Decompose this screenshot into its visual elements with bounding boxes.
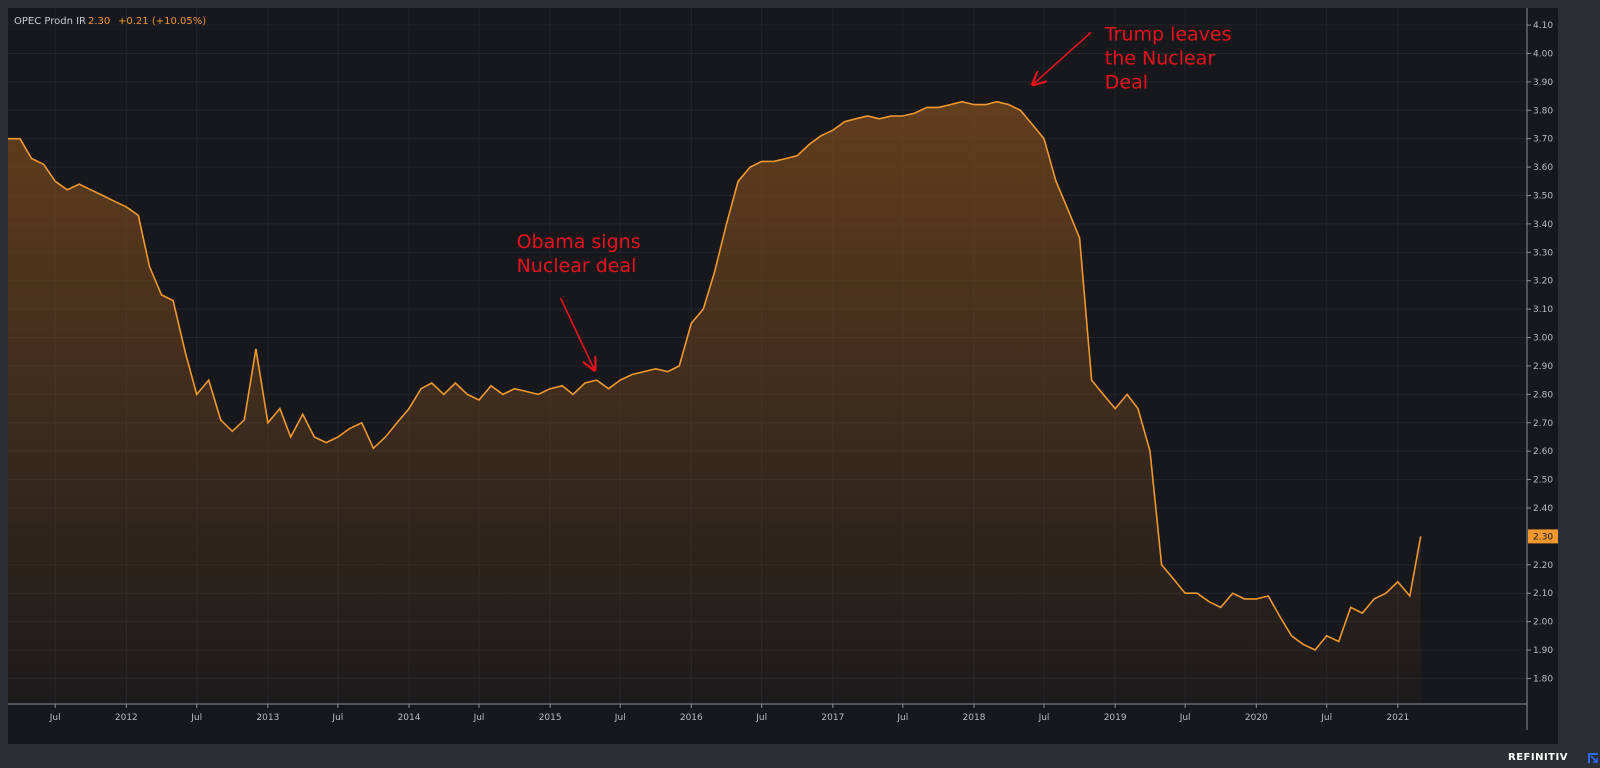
brand-logo-text: REFINITIV <box>1508 752 1568 763</box>
annotation-text: Deal <box>1105 72 1148 94</box>
x-tick-label: Jul <box>331 713 343 723</box>
y-tick-label: 2.70 <box>1533 419 1553 429</box>
y-tick-label: 2.90 <box>1533 362 1553 372</box>
x-tick-label: 2017 <box>821 713 844 723</box>
x-tick-label: 2012 <box>115 713 138 723</box>
x-tick-label: 2016 <box>680 713 703 723</box>
x-tick-label: Jul <box>49 713 61 723</box>
annotation-text: the Nuclear <box>1105 48 1216 70</box>
legend-change: +0.21 (+10.05%) <box>118 16 206 27</box>
x-tick-label: 2014 <box>398 713 421 723</box>
y-tick-label: 3.30 <box>1533 248 1553 258</box>
y-tick-label: 3.40 <box>1533 220 1553 230</box>
y-tick-label: 2.50 <box>1533 476 1553 486</box>
y-tick-label: 2.60 <box>1533 447 1553 457</box>
price-chart[interactable]: 4.10 4.00 3.90 3.80 3.70 3.60 3.50 3.40 3.30 3.20… <box>0 0 1600 768</box>
x-tick-label: 2020 <box>1245 713 1268 723</box>
x-tick-label: Jul <box>896 713 908 723</box>
x-tick-label: 2013 <box>256 713 279 723</box>
x-tick-label: 2019 <box>1104 713 1127 723</box>
legend-title: OPEC Prodn IR <box>14 16 86 27</box>
x-tick-label: 2018 <box>963 713 986 723</box>
x-tick-label: Jul <box>755 713 767 723</box>
x-tick-label: Jul <box>473 713 485 723</box>
y-tick-label: 3.80 <box>1533 106 1553 116</box>
y-tick-label: 3.60 <box>1533 163 1553 173</box>
annotation-text: Nuclear deal <box>517 255 637 277</box>
last-value-marker: 2.30 <box>1528 529 1558 544</box>
y-tick-label: 2.40 <box>1533 504 1553 514</box>
y-tick-label: 1.80 <box>1533 674 1553 684</box>
y-tick-label: 3.20 <box>1533 277 1553 287</box>
x-tick-label: Jul <box>1320 713 1332 723</box>
x-tick-label: 2021 <box>1386 713 1409 723</box>
x-tick-label: Jul <box>614 713 626 723</box>
x-tick-label: Jul <box>1179 713 1191 723</box>
annotation-text: Obama signs <box>517 231 641 253</box>
y-tick-label: 2.80 <box>1533 390 1553 400</box>
y-tick-label: 1.90 <box>1533 646 1553 656</box>
y-tick-label: 3.90 <box>1533 78 1553 88</box>
refinitiv-arrow-icon <box>1588 753 1598 763</box>
y-tick-label: 3.70 <box>1533 135 1553 145</box>
y-tick-label: 3.10 <box>1533 305 1553 315</box>
y-tick-label: 3.50 <box>1533 191 1553 201</box>
chart-window: 4.10 4.00 3.90 3.80 3.70 3.60 3.50 3.40 3.30 3.20… <box>0 0 1600 768</box>
legend-value: 2.30 <box>88 16 110 27</box>
last-value-label: 2.30 <box>1533 532 1553 542</box>
y-tick-label: 2.20 <box>1533 561 1553 571</box>
x-tick-label: Jul <box>1038 713 1050 723</box>
y-tick-label: 2.10 <box>1533 589 1553 599</box>
x-tick-label: Jul <box>190 713 202 723</box>
y-tick-label: 2.00 <box>1533 618 1553 628</box>
y-tick-label: 4.00 <box>1533 49 1553 59</box>
y-tick-label: 3.00 <box>1533 334 1553 344</box>
y-tick-label: 4.10 <box>1533 21 1553 31</box>
x-tick-label: 2015 <box>539 713 562 723</box>
annotation-text: Trump leaves <box>1104 24 1232 46</box>
